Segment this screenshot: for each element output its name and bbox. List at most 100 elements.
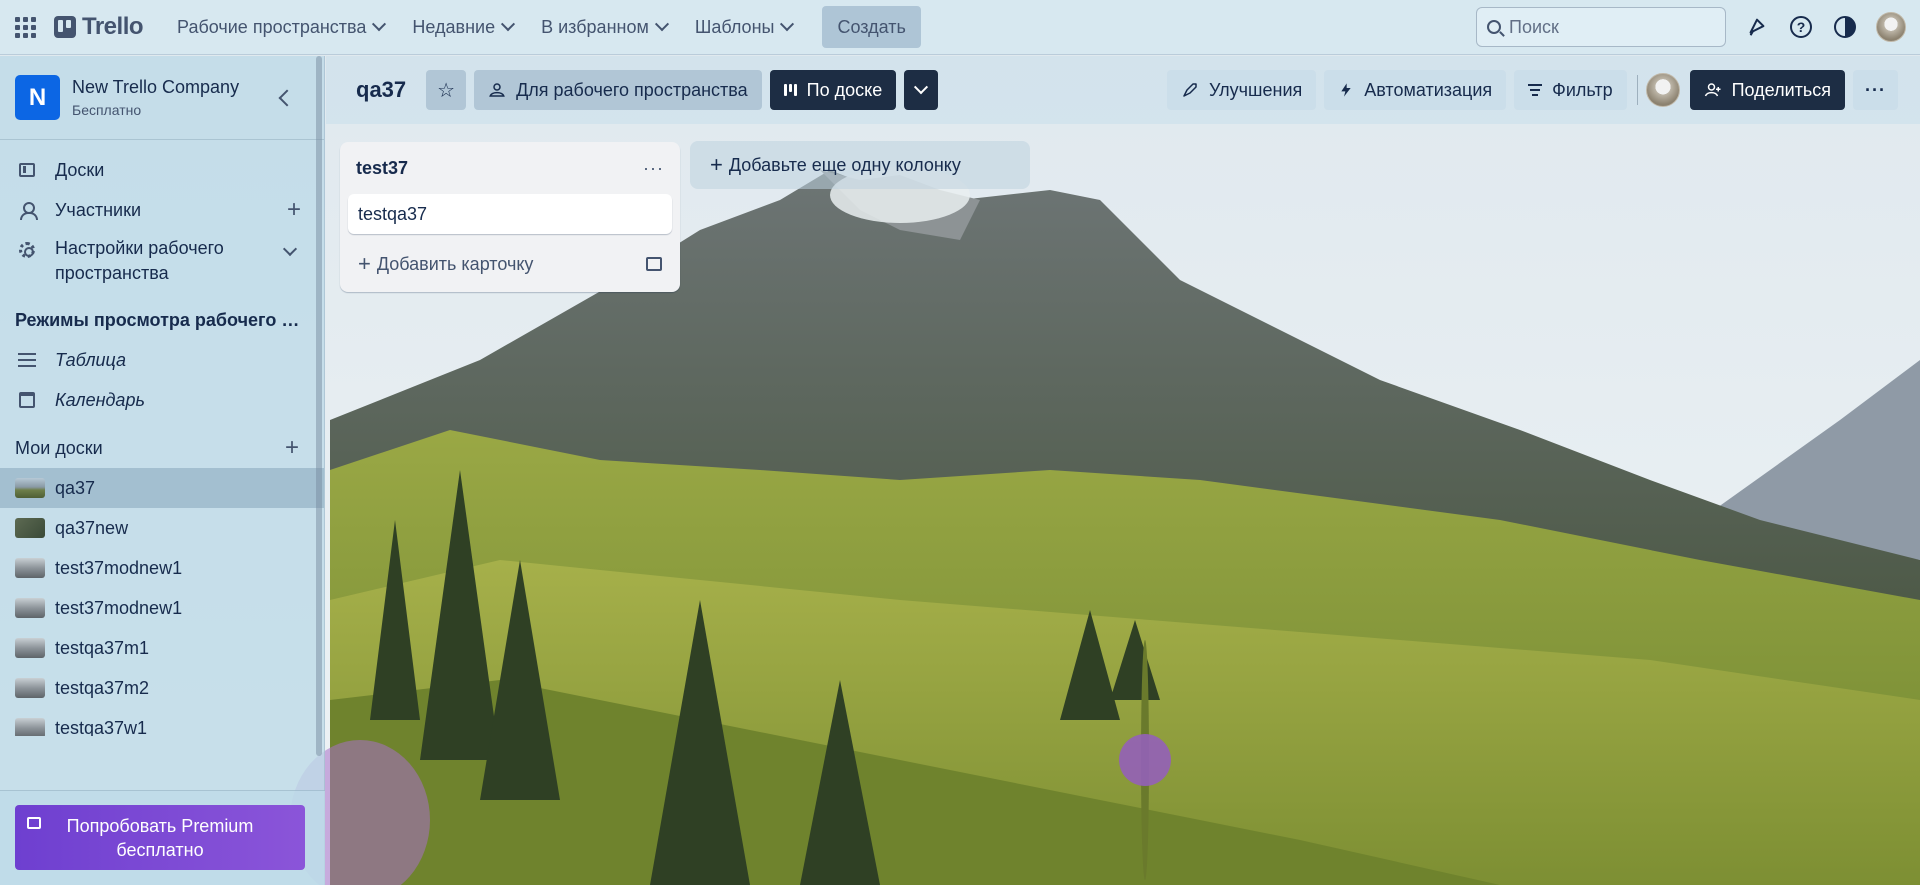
nav-templates[interactable]: Шаблоны (681, 7, 807, 47)
list-menu-icon[interactable]: ··· (643, 158, 664, 179)
board-title[interactable]: qa37 (356, 77, 406, 103)
board-item-label: qa37new (55, 517, 129, 538)
theme-icon[interactable] (1832, 14, 1858, 40)
nav-recent-label: Недавние (412, 16, 496, 37)
board-item-qa37new[interactable]: qa37new (0, 508, 324, 548)
board-thumbnail (15, 478, 45, 498)
sidebar-item-label: Настройки рабочего пространства (55, 238, 224, 283)
sidebar-item-label: Участники (55, 199, 141, 220)
powerups-label: Улучшения (1208, 79, 1303, 100)
sidebar-item-label: Доски (55, 159, 105, 180)
add-board-icon[interactable]: + (285, 434, 299, 462)
my-boards-title: Мои доски + (0, 428, 324, 468)
divider (1636, 75, 1638, 105)
table-icon (18, 353, 36, 367)
sidebar-item-label: Календарь (55, 389, 145, 410)
nav-starred[interactable]: В избранном (527, 7, 681, 47)
section-title-label: Мои доски (15, 437, 103, 458)
board-item-testqa37m2[interactable]: testqa37m2 (0, 668, 324, 708)
board-item-label: test37modnew1 (55, 557, 183, 578)
board-view-label: По доске (806, 79, 883, 100)
views-dropdown-button[interactable] (904, 70, 939, 110)
add-card-label: Добавить карточку (376, 253, 534, 274)
nav-workspaces-label: Рабочие пространства (177, 16, 367, 37)
gift-icon (27, 817, 41, 829)
powerups-button[interactable]: Улучшения (1166, 70, 1317, 110)
automation-label: Автоматизация (1364, 79, 1493, 100)
add-column-label: Добавьте еще одну колонку (728, 154, 961, 175)
boards-list: qa37 qa37new test37modnew1 test37modnew1… (0, 468, 324, 736)
account-avatar[interactable] (1876, 12, 1906, 42)
add-column-button[interactable]: + Добавьте еще одну колонку (690, 141, 1030, 189)
board-header: qa37 ☆ Для рабочего пространства По доск… (326, 56, 1920, 124)
board-thumbnail (15, 678, 45, 698)
top-navigation: Trello Рабочие пространства Недавние В и… (0, 0, 1920, 55)
filter-button[interactable]: Фильтр (1514, 70, 1627, 110)
logo-text: Trello (82, 13, 144, 40)
board-item-qa37[interactable]: qa37 (0, 468, 324, 508)
board-thumbnail (15, 638, 45, 658)
sidebar-item-boards[interactable]: Доски (0, 150, 324, 190)
sidebar-item-table[interactable]: Таблица (0, 340, 324, 380)
share-button[interactable]: Поделиться (1689, 70, 1846, 110)
more-icon: ··· (1865, 79, 1886, 100)
collapse-sidebar-icon[interactable] (278, 89, 296, 106)
search-icon (1487, 20, 1501, 34)
help-icon[interactable]: ? (1788, 14, 1814, 40)
add-card-button[interactable]: + Добавить карточку (348, 244, 672, 284)
visibility-label: Для рабочего пространства (516, 79, 748, 100)
filter-label: Фильтр (1552, 79, 1613, 100)
board-item-testqa37w1[interactable]: testqa37w1 (0, 708, 324, 736)
visibility-button[interactable]: Для рабочего пространства (474, 70, 762, 110)
star-board-button[interactable]: ☆ (426, 70, 467, 110)
sidebar-scrollbar[interactable] (316, 56, 322, 756)
search-input[interactable] (1509, 16, 1699, 38)
board-view-icon (783, 84, 797, 96)
card[interactable]: testqa37 (348, 194, 672, 234)
board-thumbnail (15, 518, 45, 538)
workspace-name[interactable]: New Trello Company (72, 77, 239, 98)
nav-workspaces[interactable]: Рабочие пространства (163, 7, 398, 47)
sidebar-footer: Попробовать Premium бесплатно (0, 790, 325, 885)
app-switcher-icon[interactable] (14, 16, 36, 38)
board-item-testqa37m1[interactable]: testqa37m1 (0, 628, 324, 668)
add-member-icon[interactable]: + (287, 196, 301, 224)
share-label: Поделиться (1731, 79, 1832, 100)
board-item-label: qa37 (55, 477, 96, 498)
sidebar-item-calendar[interactable]: Календарь (0, 380, 324, 420)
board-icon (19, 163, 35, 177)
add-user-icon (1704, 83, 1721, 97)
create-button[interactable]: Создать (822, 6, 921, 48)
nav-recent[interactable]: Недавние (398, 7, 527, 47)
calendar-icon (19, 392, 35, 408)
card-template-icon[interactable] (646, 257, 662, 271)
board-item-test37modnew1[interactable]: test37modnew1 (0, 548, 324, 588)
workspace-logo: N (15, 75, 60, 120)
workspace-plan: Бесплатно (72, 102, 142, 118)
board-view-button[interactable]: По доске (769, 70, 897, 110)
gear-icon (19, 242, 35, 258)
workspace-views-title: Режимы просмотра рабочего пространства (0, 300, 324, 340)
list-title[interactable]: test37 (356, 158, 408, 179)
sidebar-item-members[interactable]: Участники + (0, 190, 324, 230)
chevron-down-icon (780, 17, 795, 32)
section-title-label: Режимы просмотра рабочего пространства (15, 309, 309, 330)
board-member-avatar[interactable] (1645, 73, 1680, 107)
nav-starred-label: В избранном (541, 16, 649, 37)
sidebar-item-settings[interactable]: Настройки рабочего пространства (0, 230, 324, 292)
search-box[interactable] (1476, 7, 1726, 47)
plus-icon: + (358, 251, 371, 276)
try-premium-button[interactable]: Попробовать Premium бесплатно (15, 805, 305, 870)
board-thumbnail (15, 598, 45, 618)
notifications-icon[interactable] (1744, 14, 1770, 40)
board-menu-button[interactable]: ··· (1853, 70, 1898, 110)
board-item-label: testqa37m1 (55, 637, 150, 658)
trello-logo[interactable]: Trello (54, 13, 144, 41)
automation-button[interactable]: Автоматизация (1324, 70, 1507, 110)
board-thumbnail (15, 558, 45, 578)
nav-templates-label: Шаблоны (694, 16, 775, 37)
trello-logo-icon (54, 16, 76, 38)
board-item-label: testqa37w1 (55, 717, 148, 737)
plus-icon: + (710, 152, 723, 177)
board-item-test37modnew1-2[interactable]: test37modnew1 (0, 588, 324, 628)
